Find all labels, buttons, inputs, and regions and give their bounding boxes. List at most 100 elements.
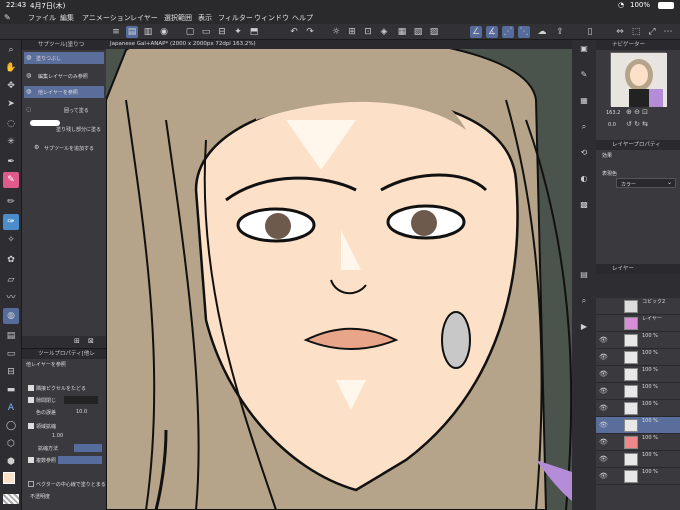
vector-center-row[interactable]: ベクターの中心線で塗りとまる	[24, 479, 106, 491]
checkbox[interactable]	[28, 397, 34, 403]
tool-icon[interactable]: ✎	[578, 70, 590, 82]
layer-row[interactable]: コピック2	[596, 298, 680, 315]
fit-icon[interactable]: ⤢	[646, 26, 658, 38]
eraser-tool-icon[interactable]: ▱	[3, 272, 19, 288]
subtool-edit-layer-only[interactable]: ◍ 編集レイヤーのみ参照	[24, 70, 104, 82]
layer-row[interactable]: 👁 100 %	[596, 383, 680, 400]
gradient-tool-icon[interactable]: ▤	[3, 328, 19, 344]
layer-search-icon[interactable]: ⌕	[578, 296, 590, 308]
gap-level-selector[interactable]	[64, 396, 98, 404]
lasso-tool-icon[interactable]: ◌	[3, 116, 19, 132]
app-icon[interactable]: ✎	[4, 13, 22, 22]
layer-row[interactable]: 👁 100 %	[596, 468, 680, 485]
pencil-tool-icon[interactable]: ✏	[3, 194, 19, 210]
navigator-preview[interactable]	[610, 52, 667, 107]
pen-tool-icon[interactable]: ✎	[3, 172, 19, 188]
eye-icon[interactable]: 👁	[599, 472, 608, 480]
decoration-tool-icon[interactable]: ✿	[3, 252, 19, 268]
share-icon[interactable]: ⇪	[554, 26, 566, 38]
layer-panel-icon[interactable]: ▤	[578, 270, 590, 282]
eye-icon[interactable]: 👁	[599, 353, 608, 361]
eye-icon[interactable]: 👁	[599, 438, 608, 446]
transparent-color-icon[interactable]	[3, 494, 19, 504]
subtool-fill[interactable]: ◍ 塗りつぶし	[24, 52, 104, 64]
angle-value[interactable]: 0.0	[608, 122, 616, 128]
menu-file[interactable]: ファイル	[28, 13, 56, 23]
eye-icon[interactable]: 👁	[599, 336, 608, 344]
subtool-enclose-fill[interactable]: ◌ 囲って塗る	[24, 104, 104, 116]
layer-icon[interactable]: ▦	[396, 26, 408, 38]
checkbox[interactable]	[28, 457, 34, 463]
clear-icon[interactable]: ▧	[412, 26, 424, 38]
blend-tool-icon[interactable]: 〰	[3, 290, 19, 306]
menu-animation[interactable]: アニメーション	[82, 13, 131, 23]
eyedropper-icon[interactable]: ✒	[3, 154, 19, 170]
ruler-tool-icon[interactable]: ▬	[3, 382, 19, 398]
record-icon[interactable]: ◉	[158, 26, 170, 38]
area-scaling-value-row[interactable]: 1.00	[24, 431, 104, 443]
layer-opacity-row[interactable]	[596, 286, 680, 298]
layer-row[interactable]: 👁 100 %	[596, 451, 680, 468]
eye-icon[interactable]: 👁	[599, 370, 608, 378]
layer-move-icon[interactable]: ⬢	[3, 454, 19, 470]
document-tab[interactable]: Japanese Gal+ANAP* (2000 x 2000px 72dpi …	[106, 40, 596, 49]
menu-icon[interactable]: ≡	[110, 26, 122, 38]
panel-icon[interactable]: ▥	[142, 26, 154, 38]
export-icon[interactable]: ⬒	[248, 26, 260, 38]
layer-row[interactable]: レイヤー	[596, 315, 680, 332]
reference-layer-selector[interactable]	[58, 456, 102, 464]
layout-icon[interactable]: ▤	[126, 26, 138, 38]
menu-layer[interactable]: レイヤー	[130, 13, 158, 23]
selection-icon[interactable]: ⬚	[630, 26, 642, 38]
checkbox[interactable]	[28, 385, 34, 391]
crop-icon[interactable]: ▨	[428, 26, 440, 38]
fill-tool-icon[interactable]: ◍	[3, 308, 19, 324]
move-tool-icon[interactable]: ✥	[3, 78, 19, 94]
menu-selection[interactable]: 選択範囲	[164, 13, 192, 23]
multi-reference-row[interactable]: 複数参照	[24, 455, 104, 467]
transform-icon[interactable]: ⊡	[362, 26, 374, 38]
close-gap-row[interactable]: 隙間閉じ	[24, 395, 104, 407]
color-wheel-icon[interactable]: ◐	[578, 174, 590, 186]
layer-row[interactable]: 👁 100 %	[596, 332, 680, 349]
color-set-icon[interactable]: ▩	[578, 200, 590, 212]
new-subtool-icon[interactable]: ⊞	[74, 337, 80, 345]
fill-icon[interactable]: ◈	[378, 26, 390, 38]
checkbox[interactable]	[28, 423, 34, 429]
scaling-method-row[interactable]: 拡縮方法	[24, 443, 104, 455]
transform-tools-icon[interactable]: ⇔	[614, 26, 626, 38]
brightness-icon[interactable]: ☼	[330, 26, 342, 38]
grid-icon[interactable]: ⊞	[346, 26, 358, 38]
layer-row[interactable]: 👁 100 %	[596, 434, 680, 451]
display-color-select[interactable]: カラー ⌄	[616, 178, 676, 188]
eye-icon[interactable]: 👁	[599, 421, 608, 429]
scaling-method-selector[interactable]	[74, 444, 102, 452]
rotate-controls-icon[interactable]: ↺ ↻ ⇆	[626, 120, 648, 128]
menu-filter[interactable]: フィルター	[218, 13, 253, 23]
pointer-tool-icon[interactable]: ➤	[3, 96, 19, 112]
color-margin-row[interactable]: 色の誤差 10.0	[24, 407, 104, 419]
eye-icon[interactable]: 👁	[599, 455, 608, 463]
subtool-refer-other-layers[interactable]: ◍ 他レイヤーを参照	[24, 86, 104, 98]
cloud-icon[interactable]: ☁	[536, 26, 548, 38]
airbrush-tool-icon[interactable]: ✧	[3, 232, 19, 248]
delete-subtool-icon[interactable]: ⊠	[88, 337, 94, 345]
text-tool-icon[interactable]: A	[3, 400, 19, 416]
layer-row-selected[interactable]: 👁 100 %	[596, 417, 680, 434]
navigator-icon[interactable]: ▣	[578, 44, 590, 56]
canvas[interactable]	[106, 40, 596, 510]
eye-icon[interactable]: 👁	[599, 404, 608, 412]
menu-window[interactable]: ウィンドウ	[254, 13, 289, 23]
layer-row[interactable]: 👁 100 %	[596, 366, 680, 383]
undo-icon[interactable]: ↶	[288, 26, 300, 38]
layer-row[interactable]: 👁 100 %	[596, 349, 680, 366]
layer-blend-row[interactable]	[596, 274, 680, 286]
zoom-tool-icon[interactable]: ⌕	[3, 42, 19, 58]
toolbar-toggle-icon[interactable]: ▯	[584, 26, 596, 38]
frame-tool-icon[interactable]: ⊟	[3, 364, 19, 380]
history-icon[interactable]: ⟲	[578, 148, 590, 160]
checkbox[interactable]	[28, 481, 34, 487]
hand-tool-icon[interactable]: ✋	[3, 60, 19, 76]
eye-icon[interactable]: 👁	[599, 387, 608, 395]
balloon-tool-icon[interactable]: ◯	[3, 418, 19, 434]
